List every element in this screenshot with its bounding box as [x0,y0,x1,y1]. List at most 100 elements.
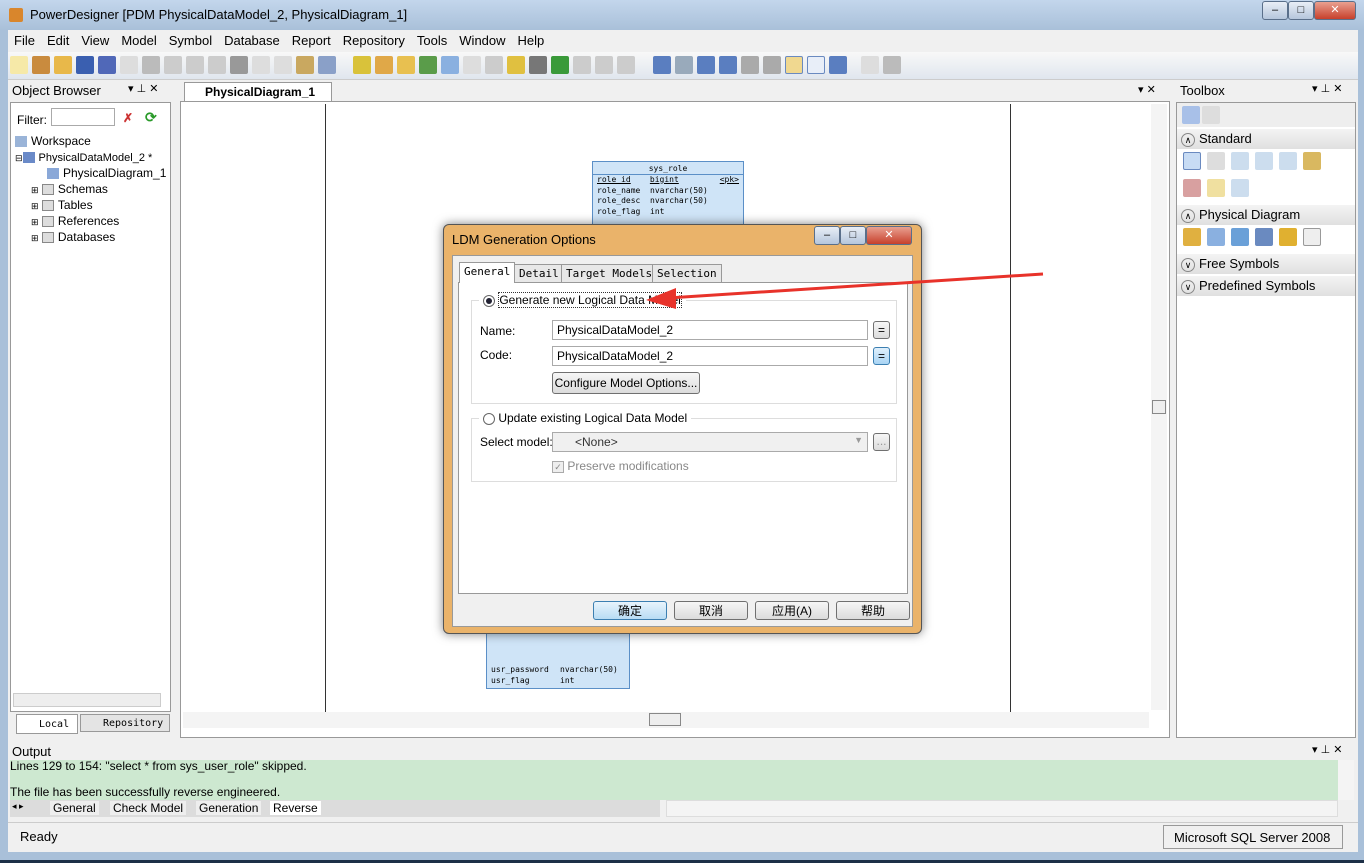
menu-view[interactable]: View [75,30,115,51]
print2-icon[interactable] [882,56,901,74]
tab-detail[interactable]: Detail [514,264,564,283]
grabber-icon[interactable] [1207,152,1225,170]
properties-icon[interactable] [296,56,314,74]
clear-filter-icon[interactable]: ✗ [123,111,133,125]
tree-schemas[interactable]: ⊞ Schemas [15,181,166,197]
tab-target-models[interactable]: Target Models [561,264,658,283]
horizontal-scrollbar[interactable] [13,693,161,707]
menu-edit[interactable]: Edit [41,30,75,51]
menu-report[interactable]: Report [286,30,337,51]
code-input[interactable] [552,346,868,366]
compare-icon[interactable] [441,56,460,74]
generate-new-radio[interactable]: Generate new Logical Data Model [479,292,686,308]
menu-model[interactable]: Model [115,30,162,51]
help-button[interactable]: 帮助 [836,601,910,620]
tab-selection[interactable]: Selection [652,264,722,283]
close-button[interactable]: ✕ [1314,1,1356,20]
view4-icon[interactable] [718,56,737,74]
tab-reverse[interactable]: Reverse [270,801,321,815]
tab-scroll-icon[interactable]: ◂ ▸ [12,801,24,812]
model-icon[interactable] [318,56,336,74]
delete-icon[interactable] [230,56,248,74]
zoom-out-icon[interactable] [1255,152,1273,170]
fill-icon[interactable] [529,56,548,74]
dialog-close-button[interactable]: ✕ [866,226,912,245]
large-icons-icon[interactable] [1182,106,1200,124]
panel-menu-icon[interactable]: ▾ ⊥ ✕ [1312,743,1342,756]
output-hscroll[interactable] [666,800,1338,817]
select-model-dropdown[interactable]: <None> ▼ [552,432,868,452]
tab-check-model[interactable]: Check Model [110,801,187,815]
view3-icon[interactable] [696,56,715,74]
table-sys-user[interactable]: usr_password nvarchar(50) usr_flag int [486,632,630,689]
scroll-thumb[interactable] [649,713,681,726]
reference-icon[interactable] [1255,228,1273,246]
note-icon[interactable] [1207,179,1225,197]
back-icon[interactable] [595,56,614,74]
dialog-minimize-button[interactable]: – [814,226,840,245]
save-icon[interactable] [76,56,94,74]
maximize-button[interactable]: □ [1288,1,1314,20]
properties-icon[interactable] [1303,152,1321,170]
result-list-icon[interactable] [828,56,847,74]
print-icon[interactable] [142,56,160,74]
new-project-icon[interactable] [32,56,50,74]
panel-menu-icon[interactable]: ▾ ⊥ ✕ [1312,82,1342,95]
tab-local[interactable]: Local [16,714,78,734]
save-all-icon[interactable] [98,56,116,74]
view2-icon[interactable] [674,56,693,74]
package-icon[interactable] [353,56,372,74]
view1-icon[interactable] [652,56,671,74]
menu-database[interactable]: Database [218,30,286,51]
tab-generation[interactable]: Generation [196,801,262,815]
output-toggle-icon[interactable] [806,56,825,74]
filter-input[interactable] [51,108,115,126]
browse-model-button[interactable]: ... [873,433,890,451]
view-icon[interactable] [1231,228,1249,246]
minimize-button[interactable]: – [1262,1,1288,20]
code-sync-button[interactable]: = [873,347,890,365]
diagram-close-icon[interactable]: ▾ ✕ [1138,83,1156,96]
view6-icon[interactable] [762,56,781,74]
update-existing-radio[interactable]: Update existing Logical Data Model [479,411,692,425]
preserve-modifications-checkbox[interactable]: ✓ Preserve modifications [552,459,689,473]
browser-toggle-icon[interactable] [784,56,803,74]
delete-icon[interactable] [1183,179,1201,197]
section-physical-diagram[interactable]: ∧ Physical Diagram [1177,205,1355,225]
tree-diagram[interactable]: PhysicalDiagram_1 [15,165,166,181]
open-icon[interactable] [54,56,72,74]
tree-references[interactable]: ⊞ References [15,213,166,229]
find-icon[interactable] [860,56,879,74]
copy-icon[interactable] [186,56,204,74]
vertical-scrollbar[interactable] [1151,104,1167,710]
tree-databases[interactable]: ⊞ Databases [15,229,166,245]
refresh-icon[interactable]: ⟳ [145,109,157,126]
package-icon[interactable] [1183,228,1201,246]
view5-icon[interactable] [740,56,759,74]
zoom-in-icon[interactable] [1231,152,1249,170]
panel-menu-icon[interactable]: ▾ ⊥ ✕ [128,82,158,95]
table-icon[interactable] [1207,228,1225,246]
section-predefined-symbols[interactable]: ∨ Predefined Symbols [1177,276,1355,296]
pointer-icon[interactable] [1183,152,1201,170]
check-icon[interactable] [375,56,394,74]
tree-tables[interactable]: ⊞ Tables [15,197,166,213]
font-icon[interactable] [551,56,570,74]
menu-file[interactable]: File [8,30,41,51]
tree-workspace[interactable]: Workspace [15,133,166,149]
section-standard[interactable]: ∧ Standard [1177,129,1355,149]
name-sync-button[interactable]: = [873,321,890,339]
menu-tools[interactable]: Tools [411,30,453,51]
output-vscroll[interactable] [1338,760,1354,800]
cancel-button[interactable]: 取消 [674,601,748,620]
scroll-thumb[interactable] [1152,400,1166,414]
generate-icon[interactable] [397,56,416,74]
tab-physical-diagram[interactable]: PhysicalDiagram_1 [184,82,332,101]
open-diagram-icon[interactable] [1279,152,1297,170]
tree-model[interactable]: ⊟ PhysicalDataModel_2 * [15,149,166,165]
pen-icon[interactable] [507,56,526,74]
menu-window[interactable]: Window [453,30,511,51]
forward-icon[interactable] [617,56,636,74]
refresh-icon[interactable] [419,56,438,74]
undo-icon[interactable] [252,56,270,74]
